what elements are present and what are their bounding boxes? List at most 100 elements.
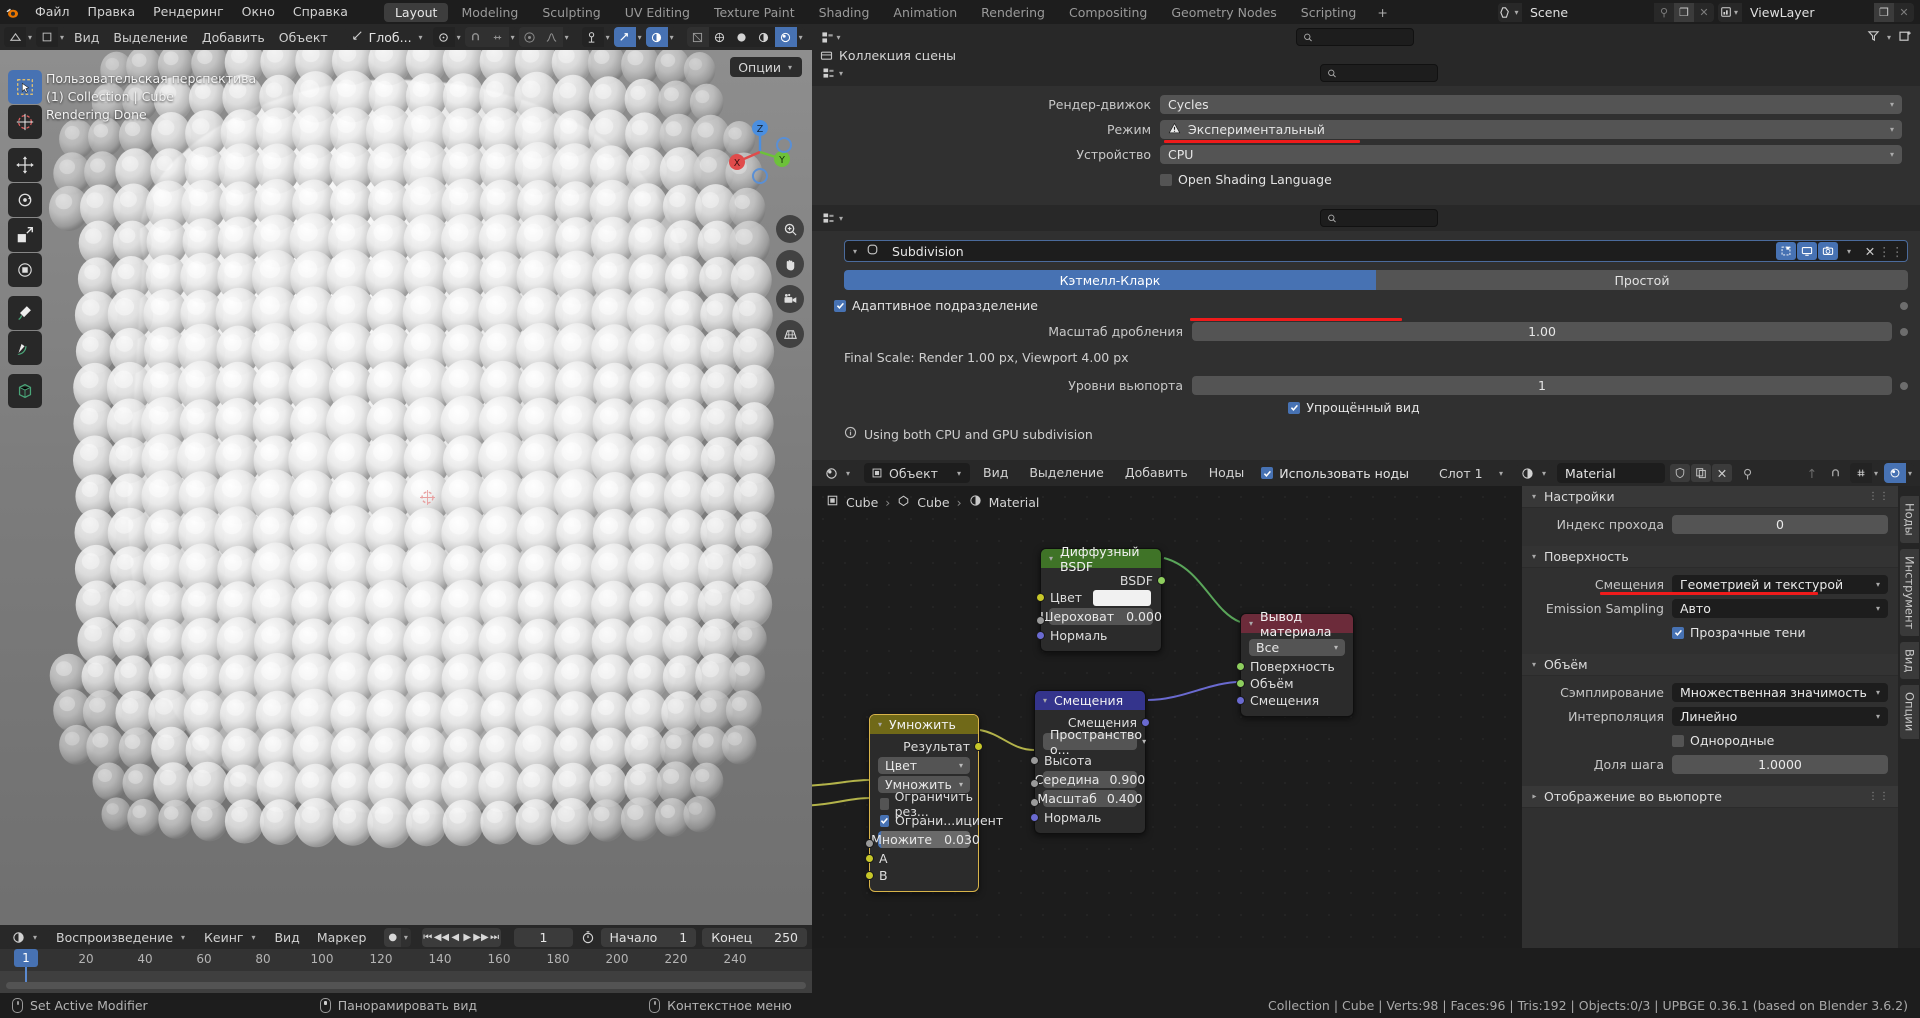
- socket-displacement-out[interactable]: [1141, 718, 1150, 727]
- outliner-icon[interactable]: ▾: [820, 27, 844, 47]
- material-name-field[interactable]: Material: [1557, 463, 1665, 483]
- playhead-frame-indicator[interactable]: 1: [14, 949, 38, 967]
- workspace-tab-uv-editing[interactable]: UV Editing: [614, 3, 701, 22]
- modifier-extras-dropdown-icon[interactable]: ▾: [1839, 242, 1859, 260]
- timer-icon[interactable]: [580, 930, 595, 944]
- npanel-section-volume[interactable]: ▾ Объём: [1522, 654, 1898, 676]
- npanel-section-settings[interactable]: ▾ Настройки ⋮⋮: [1522, 486, 1898, 508]
- pass-index-field[interactable]: 0: [1672, 515, 1888, 534]
- dicing-scale-value-field[interactable]: 1.00: [1192, 322, 1892, 341]
- node-displacement-header[interactable]: ▾ Смещения: [1035, 691, 1145, 710]
- outliner-search-input[interactable]: [1296, 28, 1414, 46]
- shader-menu-add[interactable]: Добавить: [1117, 463, 1196, 483]
- viewlayer-selector[interactable]: ▾ ViewLayer ❐ ✕: [1718, 3, 1914, 22]
- timeline-editor-type-icon[interactable]: ▾: [5, 928, 46, 947]
- material-browse-icon[interactable]: ▾: [1517, 463, 1552, 483]
- sidebar-tab-options[interactable]: Опции: [1900, 685, 1919, 738]
- node-multiply-clamp-factor-box[interactable]: [880, 815, 889, 827]
- tool-rotate-icon[interactable]: [8, 183, 42, 217]
- optimal-display-checkbox-box[interactable]: [1288, 402, 1300, 414]
- jump-end-icon[interactable]: ⏭: [489, 928, 501, 947]
- object-mode-icon[interactable]: [36, 27, 58, 47]
- scene-name[interactable]: Scene: [1522, 3, 1654, 22]
- workspace-tab-layout[interactable]: Layout: [384, 3, 449, 22]
- overlays-icon[interactable]: [614, 27, 636, 47]
- timeline-horizontal-scrollbar[interactable]: [6, 982, 806, 989]
- realtime-display-icon[interactable]: [1797, 242, 1817, 260]
- zoom-icon[interactable]: [776, 215, 804, 243]
- camera-view-icon[interactable]: [776, 285, 804, 313]
- menu-window[interactable]: Окно: [233, 0, 284, 24]
- node-material-output[interactable]: ▾ Вывод материала Все ▾ Поверхность Объё…: [1240, 613, 1354, 717]
- node-multiply-datatype-dropdown[interactable]: Цвет ▾: [878, 757, 970, 774]
- jump-start-icon[interactable]: ⏮: [422, 928, 434, 947]
- properties-editor-icon-2[interactable]: ▾: [822, 212, 848, 225]
- npanel-section-surface[interactable]: ▾ Поверхность: [1522, 546, 1898, 568]
- snap-node-icon[interactable]: [1826, 464, 1846, 482]
- filter-icon[interactable]: [1867, 29, 1880, 45]
- shader-menu-select[interactable]: Выделение: [1021, 463, 1111, 483]
- transparent-shadows-box[interactable]: [1672, 627, 1684, 639]
- node-displacement[interactable]: ▾ Смещения Смещения Пространство о... ▾ …: [1034, 690, 1146, 834]
- pivot-icon[interactable]: [433, 27, 455, 47]
- node-displacement-input-normal[interactable]: Нормаль: [1035, 809, 1145, 826]
- modifier-search-field[interactable]: [1341, 211, 1431, 225]
- node-diffuse-output-bsdf[interactable]: BSDF: [1041, 572, 1161, 589]
- workspace-tab-animation[interactable]: Animation: [882, 3, 968, 22]
- workspace-tab-sculpting[interactable]: Sculpting: [531, 3, 611, 22]
- outliner-search-field[interactable]: [1317, 30, 1407, 44]
- node-output-input-displacement[interactable]: Смещения: [1241, 692, 1353, 709]
- xray-group[interactable]: ▾: [646, 27, 676, 47]
- node-diffuse-roughness-field[interactable]: Шероховат 0.000: [1049, 608, 1153, 625]
- socket-normal-in[interactable]: [1036, 631, 1045, 640]
- node-output-target-dropdown[interactable]: Все ▾: [1249, 639, 1345, 656]
- viewport-menu-view[interactable]: Вид: [68, 27, 105, 47]
- blender-logo-icon[interactable]: [0, 0, 26, 24]
- dicing-scale-decorator-icon[interactable]: [1900, 328, 1908, 336]
- node-snap-icon[interactable]: [1850, 463, 1872, 483]
- toggle-perspective-icon[interactable]: [776, 320, 804, 348]
- shield-icon[interactable]: [1670, 464, 1690, 482]
- node-multiply-factor-field[interactable]: Множите 0.030: [878, 831, 970, 848]
- render-display-icon[interactable]: [1818, 242, 1838, 260]
- current-frame-field[interactable]: 1: [514, 928, 574, 947]
- sidebar-tab-view[interactable]: Вид: [1900, 642, 1919, 679]
- node-multiply-output[interactable]: Результат: [870, 738, 978, 755]
- viewport-levels-decorator-icon[interactable]: [1900, 382, 1908, 390]
- node-multiply-clamp-result-box[interactable]: [880, 798, 889, 810]
- socket-surface-in[interactable]: [1236, 662, 1245, 671]
- adaptive-subdivision-checkbox[interactable]: Адаптивное подразделение: [834, 298, 1038, 313]
- use-nodes-checkbox[interactable]: Использовать ноды: [1261, 466, 1409, 481]
- editor-type-selector[interactable]: ▾: [4, 27, 34, 47]
- duplicate-material-icon[interactable]: [1691, 464, 1711, 482]
- workspace-tab-rendering[interactable]: Rendering: [970, 3, 1056, 22]
- render-search-field[interactable]: [1341, 66, 1431, 80]
- osl-checkbox-box[interactable]: [1160, 174, 1172, 186]
- timeline-ruler[interactable]: 20 40 60 80 100 120 140 160 180 200 220 …: [0, 949, 812, 971]
- gizmo-group[interactable]: ▾: [582, 27, 612, 47]
- node-collapse-icon[interactable]: ▾: [1047, 554, 1055, 563]
- viewport-menu-object[interactable]: Объект: [273, 27, 334, 47]
- node-displacement-scale-field[interactable]: Масштаб 0.400: [1043, 790, 1137, 807]
- timeline-menu-marker[interactable]: Маркер: [310, 928, 374, 947]
- new-viewlayer-icon[interactable]: ❐: [1874, 3, 1894, 22]
- node-overlays-icon[interactable]: [1884, 463, 1906, 483]
- shading-material-preview-icon[interactable]: [731, 27, 753, 47]
- interaction-mode-selector[interactable]: ▾: [36, 27, 66, 47]
- node-diffuse-input-normal[interactable]: Нормаль: [1041, 627, 1161, 644]
- socket-color-in[interactable]: [1036, 593, 1045, 602]
- device-dropdown[interactable]: CPU ▾: [1160, 145, 1902, 164]
- homogeneous-box[interactable]: [1672, 735, 1684, 747]
- frame-end-field[interactable]: Конец 250: [702, 928, 807, 947]
- workspace-tab-geometry-nodes[interactable]: Geometry Nodes: [1160, 3, 1287, 22]
- workspace-tab-texture-paint[interactable]: Texture Paint: [703, 3, 806, 22]
- modifier-panel-header[interactable]: ▾ Subdivision ▾ ✕ ⋮⋮: [844, 240, 1908, 262]
- overlays-group[interactable]: ▾: [614, 27, 644, 47]
- optimal-display-checkbox[interactable]: Упрощённый вид: [1288, 400, 1419, 415]
- emission-sampling-dropdown[interactable]: Авто ▾: [1672, 599, 1888, 618]
- modifier-grip-icon[interactable]: ⋮⋮: [1881, 242, 1901, 260]
- node-diffuse-bsdf[interactable]: ▾ Диффузный BSDF BSDF Цвет: [1040, 548, 1162, 652]
- auto-keying-group[interactable]: ● ▾: [384, 928, 410, 947]
- breadcrumb-material-label[interactable]: Material: [989, 495, 1040, 510]
- socket-factor-in[interactable]: [865, 839, 874, 848]
